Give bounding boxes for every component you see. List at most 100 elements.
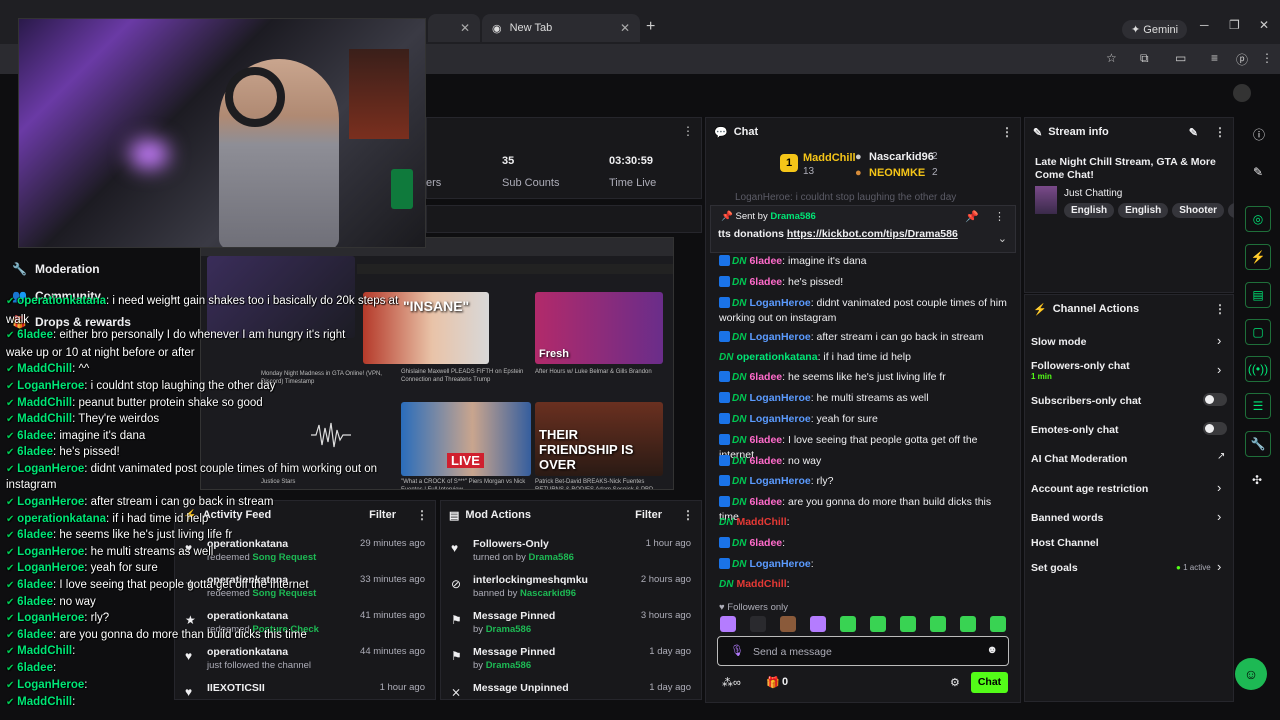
edit-icon[interactable]: ✎: [1253, 165, 1263, 179]
wrench-icon[interactable]: 🔧: [1245, 431, 1271, 457]
chat-username[interactable]: MaddChill: [736, 516, 786, 528]
gift-icon[interactable]: 🎁: [766, 676, 780, 689]
more-icon[interactable]: ⋮: [994, 210, 1005, 223]
emote-icon[interactable]: [840, 616, 856, 632]
chat-username[interactable]: LoganHeroe: [749, 475, 810, 487]
chevron-right-icon[interactable]: ›: [1217, 333, 1221, 348]
restore-button[interactable]: ❐: [1229, 18, 1240, 32]
minimize-button[interactable]: ─: [1200, 18, 1209, 32]
tag[interactable]: English: [1064, 203, 1115, 218]
more-icon[interactable]: ⋮: [1214, 125, 1226, 139]
nav-moderation[interactable]: 🔧 Moderation: [12, 262, 100, 276]
browser-tab-1[interactable]: ✕: [428, 14, 480, 42]
chevron-right-icon[interactable]: ›: [1217, 559, 1221, 574]
mod-action-row[interactable]: ⚑ Message Pinned by Drama586 1 day ago: [441, 643, 701, 679]
emote-icon[interactable]: [900, 616, 916, 632]
more-icon[interactable]: ⋮: [682, 124, 694, 138]
more-icon[interactable]: ⋮: [416, 508, 428, 522]
more-icon[interactable]: ⋮: [1214, 302, 1226, 316]
chat-username[interactable]: 6ladee: [749, 537, 782, 549]
filter-button[interactable]: Filter: [635, 509, 662, 521]
chat-username[interactable]: 6ladee: [749, 455, 782, 467]
chat-bubble-icon[interactable]: ▢: [1245, 319, 1271, 345]
chat-message[interactable]: DN LoganHeroe: didnt vanimated post coupl…: [719, 296, 1009, 325]
info-icon[interactable]: ⓘ: [1253, 126, 1265, 143]
settings-icon[interactable]: ⚙: [950, 676, 960, 689]
emotes-only-toggle[interactable]: [1203, 422, 1227, 435]
media-icon[interactable]: ≡: [1211, 51, 1218, 65]
menu-icon[interactable]: ⋮: [1261, 51, 1273, 65]
chat-input[interactable]: 🎙 Send a message ☻: [717, 636, 1009, 666]
chat-message[interactable]: DN LoganHeroe: after stream i can go back…: [719, 330, 1009, 345]
close-icon[interactable]: ✕: [460, 21, 470, 35]
chat-message[interactable]: DN LoganHeroe: yeah for sure: [719, 412, 1009, 427]
nav-drops[interactable]: 🎁 Drops & rewards: [12, 315, 131, 329]
extensions-icon[interactable]: ⧉: [1140, 51, 1149, 66]
pencil-icon[interactable]: ✎: [1189, 126, 1198, 139]
chevron-down-icon[interactable]: ⌄: [998, 232, 1007, 245]
mod-action-row[interactable]: ⊘ interlockingmeshqmku banned by Nascarkid…: [441, 571, 701, 607]
activity-row[interactable]: ♥ operationkatana just followed the channe…: [175, 643, 435, 679]
chat-message[interactable]: DN LoganHeroe:: [719, 557, 1009, 572]
tag[interactable]: English: [1118, 203, 1169, 218]
chat-message[interactable]: DN 6ladee: no way: [719, 454, 1009, 469]
emote-icon[interactable]: [810, 616, 826, 632]
infinity-icon[interactable]: ⁂∞: [722, 676, 741, 689]
mod-action-row[interactable]: ⚑ Message Pinned by Drama586 3 hours ago: [441, 607, 701, 643]
emoji-icon[interactable]: ☻: [986, 644, 998, 656]
list-icon[interactable]: ☰: [1245, 393, 1271, 419]
emote-icon[interactable]: [750, 616, 766, 632]
chat-send-button[interactable]: Chat: [971, 672, 1008, 693]
chat-username[interactable]: LoganHeroe: [749, 331, 810, 343]
emote-icon[interactable]: [990, 616, 1006, 632]
emote-icon[interactable]: [780, 616, 796, 632]
chat-username[interactable]: LoganHeroe: [749, 413, 810, 425]
chat-username[interactable]: MaddChill: [736, 578, 786, 590]
activity-row[interactable]: ♥ IIEXOTICSII 1 hour ago: [175, 679, 435, 715]
chat-message[interactable]: DN 6ladee: he seems like he's just living…: [719, 370, 1009, 385]
window-close-button[interactable]: ✕: [1259, 18, 1269, 32]
emote-icon[interactable]: [960, 616, 976, 632]
subscribers-only-toggle[interactable]: [1203, 393, 1227, 406]
emote-icon[interactable]: [720, 616, 736, 632]
chat-message[interactable]: DN MaddChill:: [719, 577, 1009, 592]
external-link-icon[interactable]: ↗: [1217, 451, 1225, 462]
chat-username[interactable]: 6ladee: [749, 276, 782, 288]
banned-words-row[interactable]: Banned words: [1031, 512, 1103, 524]
chat-username[interactable]: operationkatana: [736, 351, 817, 363]
browser-tab-newtab[interactable]: ◉ New Tab ✕: [482, 14, 640, 42]
new-tab-button[interactable]: +: [646, 18, 655, 36]
more-icon[interactable]: ⋮: [1001, 125, 1013, 139]
chat-message[interactable]: DN LoganHeroe: he multi streams as well: [719, 391, 1009, 406]
chat-username[interactable]: 6ladee: [749, 255, 782, 267]
followers-only-row[interactable]: Followers-only chat: [1031, 360, 1130, 372]
pinned-link[interactable]: https://kickbot.com/tips/Drama586: [787, 228, 958, 240]
chat-message[interactable]: DN 6ladee: he's pissed!: [719, 275, 1009, 290]
chat-username[interactable]: LoganHeroe: [749, 297, 810, 309]
star-icon[interactable]: ☆: [1106, 51, 1117, 65]
chevron-right-icon[interactable]: ›: [1217, 480, 1221, 495]
bolt-icon[interactable]: ⚡: [1245, 244, 1271, 270]
chat-message[interactable]: DN MaddChill:: [719, 515, 1009, 530]
account-age-row[interactable]: Account age restriction: [1031, 483, 1148, 495]
mod-action-row[interactable]: ♥ Followers-Only turned on by Drama586 1 ho…: [441, 535, 701, 571]
more-icon[interactable]: ⋮: [682, 508, 694, 522]
chat-username[interactable]: LoganHeroe: [749, 558, 810, 570]
slow-mode-row[interactable]: Slow mode: [1031, 336, 1086, 348]
chevron-right-icon[interactable]: ›: [1217, 362, 1221, 377]
support-button[interactable]: ☺: [1235, 658, 1267, 690]
chat-username[interactable]: 6ladee: [749, 434, 782, 446]
chat-username[interactable]: 6ladee: [749, 496, 782, 508]
avatar[interactable]: [1233, 84, 1251, 102]
chat-username[interactable]: LoganHeroe: [749, 392, 810, 404]
mod-action-row[interactable]: ⨯ Message Unpinned 1 day ago: [441, 679, 701, 715]
host-channel-row[interactable]: Host Channel: [1031, 537, 1099, 549]
tag[interactable]: Shooter: [1172, 203, 1225, 218]
pin-icon[interactable]: 📌: [965, 210, 979, 223]
tag[interactable]: ch: [1228, 203, 1234, 218]
chat-message[interactable]: DN LoganHeroe: rly?: [719, 474, 1009, 489]
profile-icon[interactable]: ⓟ: [1236, 51, 1248, 68]
puzzle-icon[interactable]: ✣: [1252, 473, 1262, 487]
broadcast-icon[interactable]: ((•)): [1245, 356, 1271, 382]
camera-icon[interactable]: ◎: [1245, 206, 1271, 232]
